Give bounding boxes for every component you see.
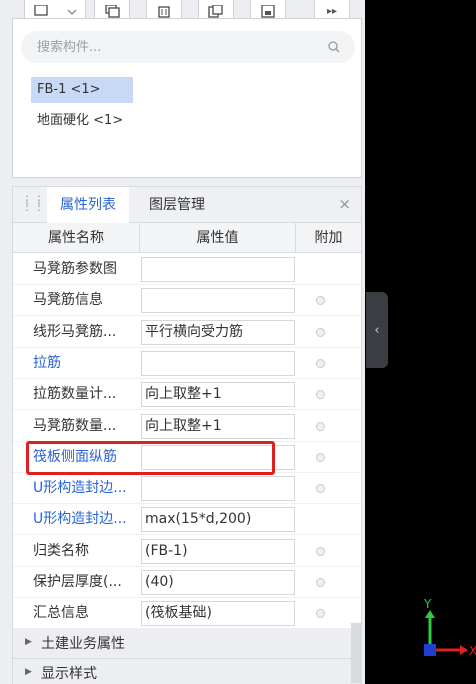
attach-radio-icon[interactable]: [316, 327, 325, 337]
axis-gizmo: Y X: [423, 598, 476, 658]
section-display-style[interactable]: ▶ 显示样式: [13, 659, 361, 684]
layers-copy-icon: [208, 4, 223, 18]
axis-y-label: Y: [423, 598, 432, 611]
panel-tabs: ⋮⋮ ⋮⋮ 属性列表 图层管理 ×: [13, 187, 361, 223]
attach-radio-icon[interactable]: [316, 452, 325, 462]
component-item-ground[interactable]: 地面硬化 <1>: [31, 108, 129, 134]
axis-x-label: X: [469, 644, 476, 658]
property-name: U形构造封边...: [33, 511, 127, 528]
tab-properties[interactable]: 属性列表: [47, 187, 129, 223]
property-value-field[interactable]: max(15*d,200): [141, 507, 295, 533]
property-value-field[interactable]: [141, 288, 295, 314]
search-input[interactable]: [37, 38, 297, 56]
header-value: 属性值: [140, 223, 296, 253]
property-value-field[interactable]: (40): [141, 570, 295, 595]
property-name: U形构造封边...: [33, 480, 127, 497]
expand-icon: ▶: [25, 637, 32, 647]
tab-layers[interactable]: 图层管理: [137, 187, 217, 223]
new-icon: [34, 4, 48, 16]
property-name: 马凳筋数量...: [33, 417, 117, 434]
property-name: 汇总信息: [33, 605, 89, 622]
attach-radio-icon[interactable]: [316, 421, 325, 431]
attach-radio-icon[interactable]: [316, 609, 325, 619]
component-item-fb1[interactable]: FB-1 <1>: [31, 77, 133, 103]
expand-icon: ▶: [25, 667, 32, 677]
property-name: 马凳筋信息: [33, 292, 103, 309]
property-row[interactable]: 马凳筋数量... 向上取整+1: [13, 411, 361, 442]
left-panel: ▸▸ FB-1 <1> 地面硬化 <1> ⋮⋮⋮⋮ 属性列表 图层管理 × 属性…: [0, 0, 365, 684]
property-row[interactable]: 拉筋: [13, 348, 361, 379]
property-row[interactable]: 马凳筋信息: [13, 285, 361, 317]
property-row[interactable]: 线形马凳筋... 平行横向受力筋: [13, 317, 361, 348]
property-value-field[interactable]: (FB-1): [141, 538, 295, 564]
section-label: 显示样式: [41, 666, 97, 682]
property-value-field[interactable]: [141, 476, 295, 502]
attach-radio-icon[interactable]: [316, 546, 325, 556]
header-extra: 附加: [314, 230, 343, 246]
property-name: 拉筋: [33, 354, 61, 371]
property-name: 保护层厚度(...: [33, 574, 122, 590]
search-box: [21, 31, 355, 63]
table-header: 属性名称 属性值 附加: [13, 223, 361, 253]
copy-icon: [105, 4, 120, 18]
attach-radio-icon[interactable]: [316, 296, 325, 306]
header-name: 属性名称: [13, 223, 140, 253]
property-name: 拉筋数量计...: [33, 386, 117, 403]
close-icon[interactable]: ×: [338, 195, 351, 213]
property-row[interactable]: 保护层厚度(... (40): [13, 567, 361, 598]
attach-radio-icon[interactable]: [316, 390, 325, 400]
chevron-down-icon: [67, 9, 77, 15]
scrollbar[interactable]: [351, 623, 361, 683]
attach-radio-icon[interactable]: [316, 358, 325, 368]
property-value-field[interactable]: [141, 350, 295, 376]
property-value-field[interactable]: [141, 257, 295, 282]
chevron-left-icon: ‹: [374, 322, 380, 338]
property-row[interactable]: U形构造封边...: [13, 473, 361, 505]
section-label: 土建业务属性: [41, 636, 125, 652]
property-value-field[interactable]: 平行横向受力筋: [141, 319, 295, 345]
trash-icon: [158, 5, 170, 18]
property-name: 马凳筋参数图: [33, 261, 117, 277]
property-value-field[interactable]: (筏板基础): [141, 601, 295, 627]
drag-handle-icon[interactable]: ⋮⋮ ⋮⋮: [21, 194, 45, 212]
highlight-box: [26, 441, 275, 475]
properties-panel: ⋮⋮ ⋮⋮ 属性列表 图层管理 × 属性名称 属性值 附加 马凳筋参数图 马凳筋信息…: [12, 186, 362, 684]
property-row[interactable]: U形构造封边... max(15*d,200): [13, 504, 361, 536]
save-icon: [261, 4, 275, 18]
search-icon[interactable]: [327, 40, 341, 54]
property-row[interactable]: 汇总信息 (筏板基础): [13, 598, 361, 630]
attach-radio-icon[interactable]: [316, 484, 325, 494]
component-list-box: FB-1 <1> 地面硬化 <1>: [12, 18, 362, 178]
collapse-panel-button[interactable]: ‹: [366, 292, 388, 368]
property-row[interactable]: 归类名称 (FB-1): [13, 536, 361, 567]
axis-x-arrow: [460, 645, 468, 655]
property-value-field[interactable]: 向上取整+1: [141, 382, 295, 408]
attach-radio-icon[interactable]: [316, 578, 325, 587]
section-civil-properties[interactable]: ▶ 土建业务属性: [13, 629, 361, 659]
property-name: 线形马凳筋...: [33, 323, 117, 340]
property-value-field[interactable]: 向上取整+1: [141, 413, 295, 439]
property-name: 归类名称: [33, 542, 89, 559]
property-row[interactable]: 拉筋数量计... 向上取整+1: [13, 379, 361, 411]
axis-y-arrow: [425, 610, 435, 618]
axis-origin: [424, 644, 436, 656]
property-row[interactable]: 马凳筋参数图: [13, 254, 361, 285]
